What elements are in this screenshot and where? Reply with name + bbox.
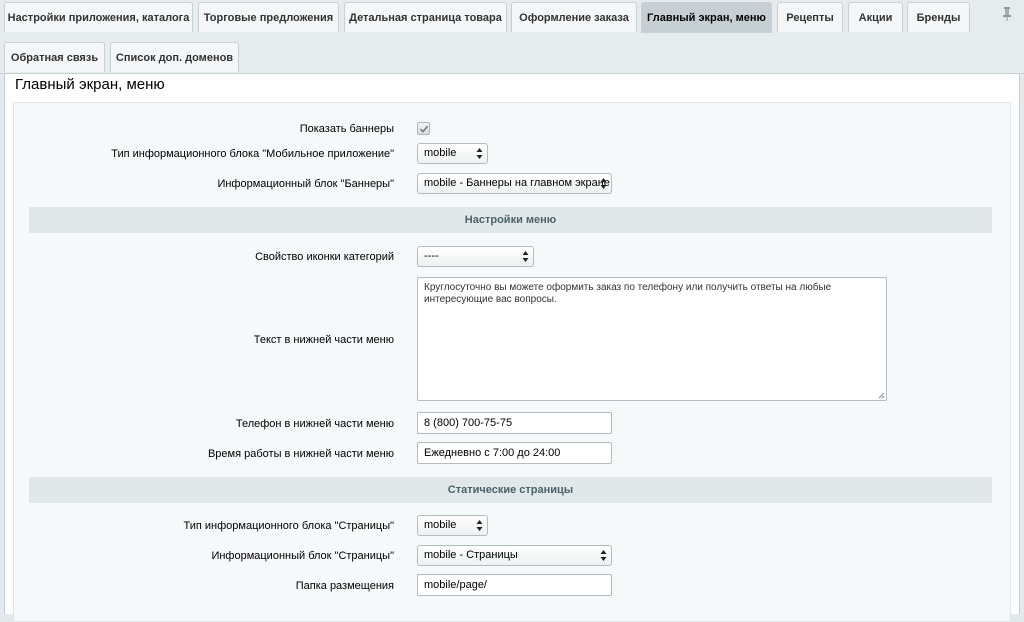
tab-trade-offers[interactable]: Торговые предложения [198,2,339,32]
folder-input[interactable]: mobile/page/ [417,574,612,596]
tab-main-screen-menu[interactable]: Главный экран, меню [641,2,772,33]
category-icon-label: Свойство иконки категорий [255,251,394,263]
category-icon-select[interactable]: ---- [417,246,534,267]
pages-iblock-value: mobile - Страницы [424,549,518,561]
bottom-text-textarea[interactable]: Круглосуточно вы можете оформить заказ п… [417,277,887,401]
pages-iblock-type-label: Тип информационного блока "Страницы" [183,520,395,532]
page-title: Главный экран, меню [15,76,165,93]
pages-iblock-select[interactable]: mobile - Страницы [417,545,612,566]
select-arrows-icon [476,520,483,531]
work-time-input[interactable]: Ежедневно с 7:00 до 24:00 [417,442,612,464]
tab-bar: Настройки приложения, каталога Торговые … [0,0,1024,74]
tab-promotions[interactable]: Акции [848,2,903,32]
resize-grip-icon[interactable] [878,392,885,399]
section-static-pages: Статические страницы [29,477,992,503]
settings-form: Показать баннеры Тип информационного бло… [13,102,1011,622]
tab-brands[interactable]: Бренды [907,2,970,32]
pages-iblock-label: Информационный блок "Страницы" [211,550,394,562]
phone-input[interactable]: 8 (800) 700-75-75 [417,412,612,434]
work-time-label: Время работы в нижней части меню [207,448,394,460]
mobile-iblock-type-select[interactable]: mobile [417,143,488,164]
banners-iblock-select[interactable]: mobile - Баннеры на главном экране [417,173,612,194]
tab-feedback[interactable]: Обратная связь [4,42,105,72]
mobile-iblock-type-value: mobile [424,147,457,159]
banners-iblock-label: Информационный блок "Баннеры" [217,178,394,190]
banners-iblock-value: mobile - Баннеры на главном экране [424,177,610,189]
mobile-iblock-type-label: Тип информационного блока "Мобильное при… [111,148,394,160]
pin-icon[interactable] [1000,6,1014,22]
tab-extra-domains[interactable]: Список доп. доменов [110,42,239,72]
bottom-text-label: Текст в нижней части меню [253,334,394,346]
section-menu-settings: Настройки меню [29,207,992,233]
tab-product-detail-page[interactable]: Детальная страница товара [344,2,507,32]
select-arrows-icon [600,178,607,189]
settings-panel: Главный экран, меню Показать баннеры Тип… [4,74,1020,622]
tab-checkout[interactable]: Оформление заказа [511,2,637,32]
pages-iblock-type-select[interactable]: mobile [417,515,488,536]
select-arrows-icon [522,251,529,262]
category-icon-value: ---- [424,250,439,262]
tab-app-catalog-settings[interactable]: Настройки приложения, каталога [4,2,193,32]
show-banners-checkbox[interactable] [417,122,430,135]
select-arrows-icon [600,550,607,561]
phone-label: Телефон в нижней части меню [235,418,394,430]
pages-iblock-type-value: mobile [424,519,457,531]
tab-recipes[interactable]: Рецепты [777,2,843,32]
folder-label: Папка размещения [295,580,394,592]
bottom-text-value: Круглосуточно вы можете оформить заказ п… [424,282,832,305]
checkmark-icon [419,125,429,133]
select-arrows-icon [476,148,483,159]
show-banners-label: Показать баннеры [299,123,394,135]
